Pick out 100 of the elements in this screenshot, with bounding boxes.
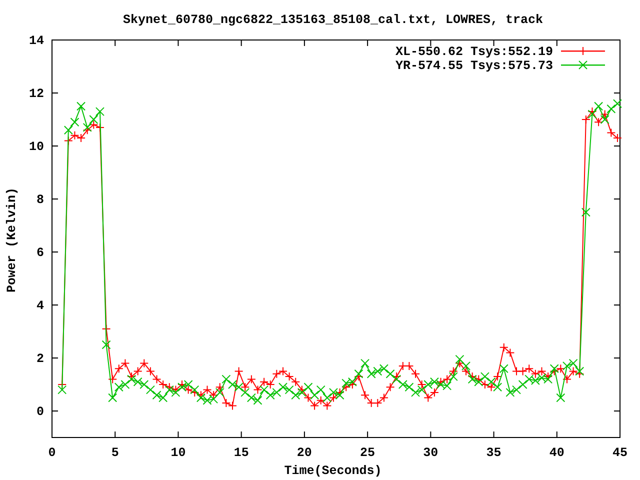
data-point [348,377,357,386]
data-point [171,388,180,397]
data-point [190,388,200,397]
data-point [506,388,515,397]
data-point [474,374,484,384]
x-tick-label: 10 [170,446,186,460]
data-point [297,385,306,394]
data-point [127,372,136,382]
data-point [140,358,149,368]
y-tick-label: 6 [36,246,44,260]
data-point [588,107,597,116]
x-tick-label: 5 [111,446,119,460]
data-point [171,385,180,394]
data-point [246,393,256,402]
data-point [436,380,446,389]
data-point [82,126,92,135]
data-point [253,396,262,405]
data-point [140,380,149,389]
data-point [127,374,136,384]
data-point [530,369,540,378]
data-point [184,385,193,394]
data-point [455,354,464,364]
data-point [202,396,212,405]
y-tick-label: 2 [36,352,44,366]
data-point [537,366,546,376]
data-point [342,378,351,388]
data-point [581,115,590,124]
data-point [404,382,414,392]
data-point [304,393,313,402]
data-point [178,380,186,389]
data-point [430,388,439,397]
data-point [266,380,275,389]
data-point [209,390,218,400]
data-point [600,110,610,119]
data-point [499,342,508,352]
data-point [524,364,534,374]
data-point [266,390,275,400]
data-point [316,385,326,394]
data-point [158,393,168,402]
x-tick-label: 20 [296,446,312,460]
data-point [322,393,332,402]
chart-title: Skynet_60780_ngc6822_135163_85108_cal.txt, LOWRES, track [122,13,544,27]
x-tick-label: 45 [612,446,628,460]
data-point [581,208,590,217]
data-point [158,380,168,389]
data-point [392,374,402,384]
data-point [76,102,86,111]
data-point [260,377,269,386]
data-point [102,340,111,350]
data-point [215,382,224,392]
data-point [178,382,186,392]
data-point [184,380,193,389]
data-point [253,385,262,394]
y-tick-label: 12 [28,87,44,101]
data-point [58,385,67,394]
data-point [164,382,174,392]
data-point [89,120,98,130]
data-point [544,372,553,382]
data-point [114,382,124,392]
data-point [291,377,300,386]
data-point [322,401,332,410]
data-point [164,385,174,394]
data-point [120,358,130,368]
data-point [272,388,282,397]
data-point [152,374,162,384]
data-point [342,382,351,392]
data-point [76,134,86,143]
data-point [448,372,458,382]
data-point [424,393,433,402]
data-point [575,366,584,376]
y-tick-label: 0 [36,405,44,419]
legend-label: YR-574.55 Tsys:575.73 [395,59,553,73]
data-point [304,382,313,392]
data-point [411,369,420,378]
x-tick-label: 15 [234,446,249,460]
data-point [462,366,470,376]
data-point [474,377,484,386]
axis-title: Time(Seconds) [284,464,382,478]
data-point [386,382,395,392]
data-point [417,385,426,394]
data-point [354,372,364,382]
data-point [108,393,118,402]
data-point [588,110,597,119]
data-point [146,385,155,394]
data-point [64,126,73,135]
data-point [278,366,288,376]
data-point [310,401,320,410]
data-point [335,388,344,397]
data-point [335,390,344,400]
legend-label: XL-550.62 Tsys:552.19 [395,45,553,59]
data-point [373,366,382,376]
data-point [544,374,553,384]
data-point [430,377,439,386]
data-point [486,382,496,392]
data-point [493,382,502,392]
data-point [404,361,414,370]
data-point [386,369,395,378]
data-point [70,118,80,127]
data-point [133,366,142,376]
y-tick-label: 4 [36,299,44,313]
